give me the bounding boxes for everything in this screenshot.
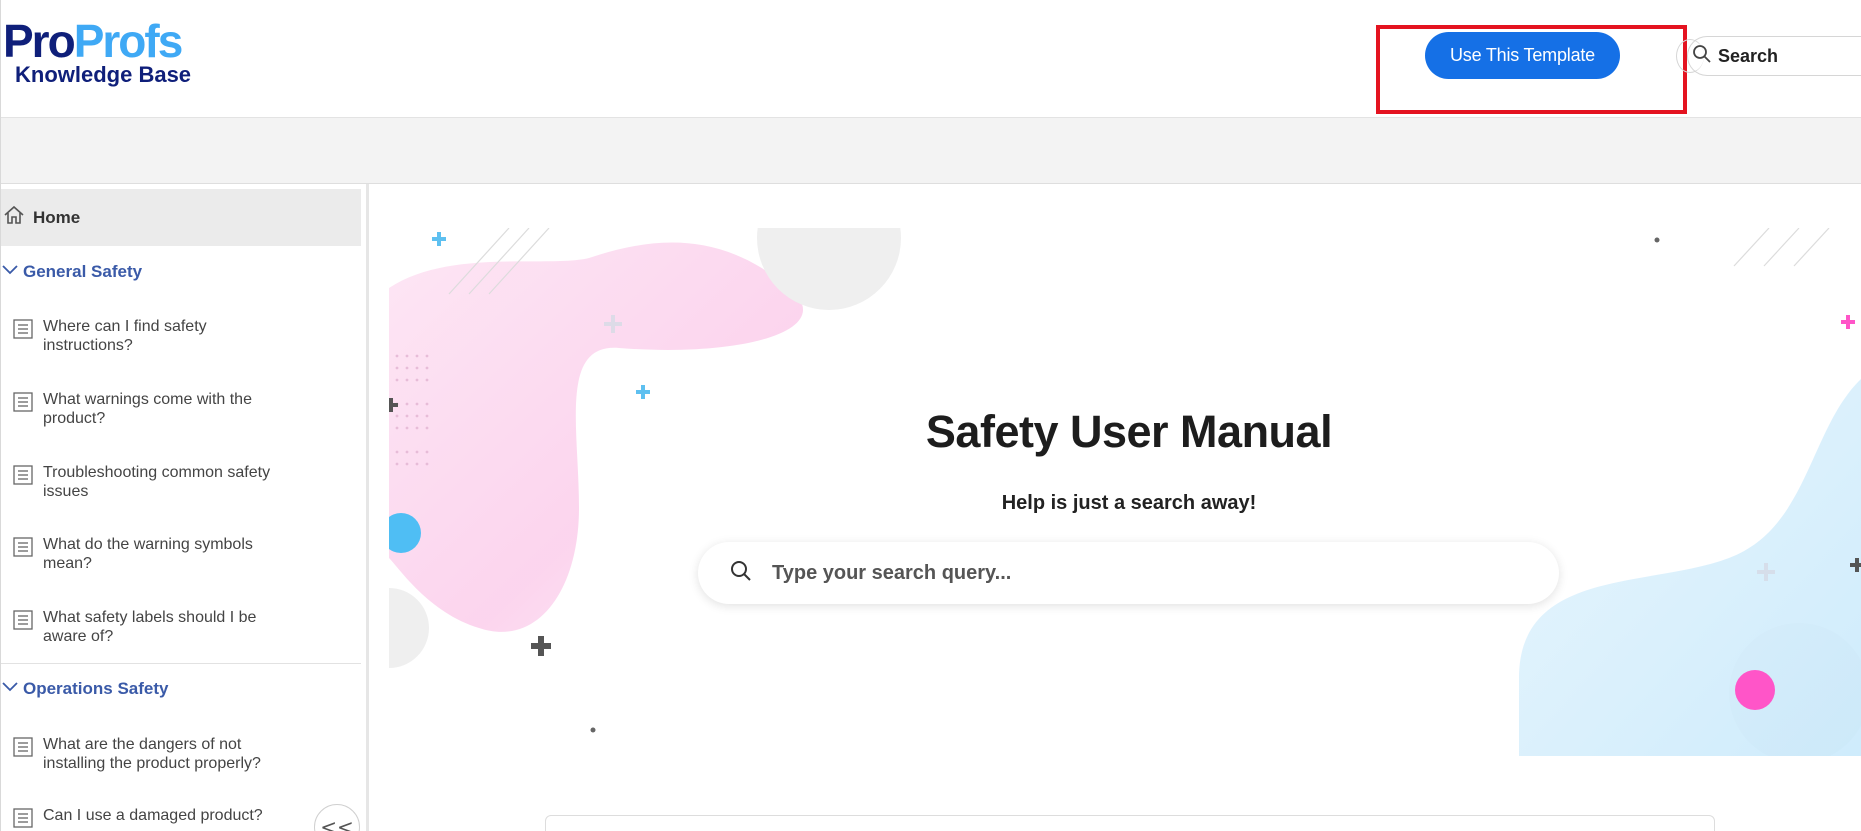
logo-brand-profs: Profs [73, 15, 184, 67]
sidebar-navigation: Home General Safety Where can I find saf… [1, 184, 369, 831]
search-icon [730, 560, 752, 587]
article-title: What warnings come with the product? [43, 391, 252, 427]
content-card [545, 815, 1715, 831]
article-title: Can I use a damaged product? [43, 807, 263, 824]
search-icon [1692, 44, 1712, 69]
sidebar-item-home[interactable]: Home [1, 189, 361, 246]
chevron-down-icon [1, 680, 19, 699]
hero-search-input[interactable] [772, 561, 1512, 585]
sidebar-home-label: Home [33, 207, 81, 227]
toolbar-strip [1, 118, 1861, 184]
article-link[interactable]: What are the dangers of not installing t… [13, 735, 313, 773]
hero-title: Safety User Manual [925, 406, 1333, 457]
section-title: General Safety [23, 262, 143, 281]
top-header: ProProfs Knowledge Base Use This Templat… [1, 0, 1861, 118]
hero-search-box[interactable] [698, 542, 1559, 604]
home-icon [3, 204, 25, 231]
article-link[interactable]: Where can I find safety instructions? [13, 317, 313, 355]
header-search-label: Search [1718, 45, 1779, 66]
logo-subtitle: Knowledge Base [15, 62, 192, 87]
document-icon [13, 610, 33, 635]
article-title: What safety labels should I be aware of? [43, 609, 257, 645]
section-operations-safety[interactable]: Operations Safety [1, 674, 169, 704]
page: ProProfs Knowledge Base Use This Templat… [0, 0, 1861, 831]
document-icon [13, 392, 33, 417]
article-link[interactable]: Troubleshooting common safety issues [13, 463, 313, 501]
section-title: Operations Safety [23, 679, 169, 698]
use-this-template-button[interactable]: Use This Template [1425, 32, 1620, 79]
article-title: What are the dangers of not installing t… [43, 736, 261, 772]
article-link[interactable]: Can I use a damaged product? [13, 806, 313, 831]
article-link[interactable]: What do the warning symbols mean? [13, 535, 313, 573]
document-icon [13, 319, 33, 344]
document-icon [13, 737, 33, 762]
article-link[interactable]: What warnings come with the product? [13, 390, 313, 428]
hero-banner: Safety User Manual Help is just a search… [389, 228, 1861, 756]
article-link[interactable]: What safety labels should I be aware of? [13, 608, 313, 646]
collapse-sidebar-button[interactable]: << [314, 804, 360, 831]
hero-subtitle: Help is just a search away! [1001, 492, 1257, 514]
article-title: What do the warning symbols mean? [43, 536, 253, 572]
document-icon [13, 808, 33, 831]
document-icon [13, 537, 33, 562]
chevron-down-icon [1, 263, 19, 282]
proprofs-logo[interactable]: ProProfs Knowledge Base [3, 16, 203, 91]
section-general-safety[interactable]: General Safety [1, 257, 142, 287]
article-title: Where can I find safety instructions? [43, 318, 207, 354]
logo-brand-pro: Pro [3, 15, 76, 67]
header-search[interactable]: Search [1687, 36, 1861, 76]
section-divider [1, 663, 361, 664]
document-icon [13, 465, 33, 490]
article-title: Troubleshooting common safety issues [43, 464, 271, 500]
